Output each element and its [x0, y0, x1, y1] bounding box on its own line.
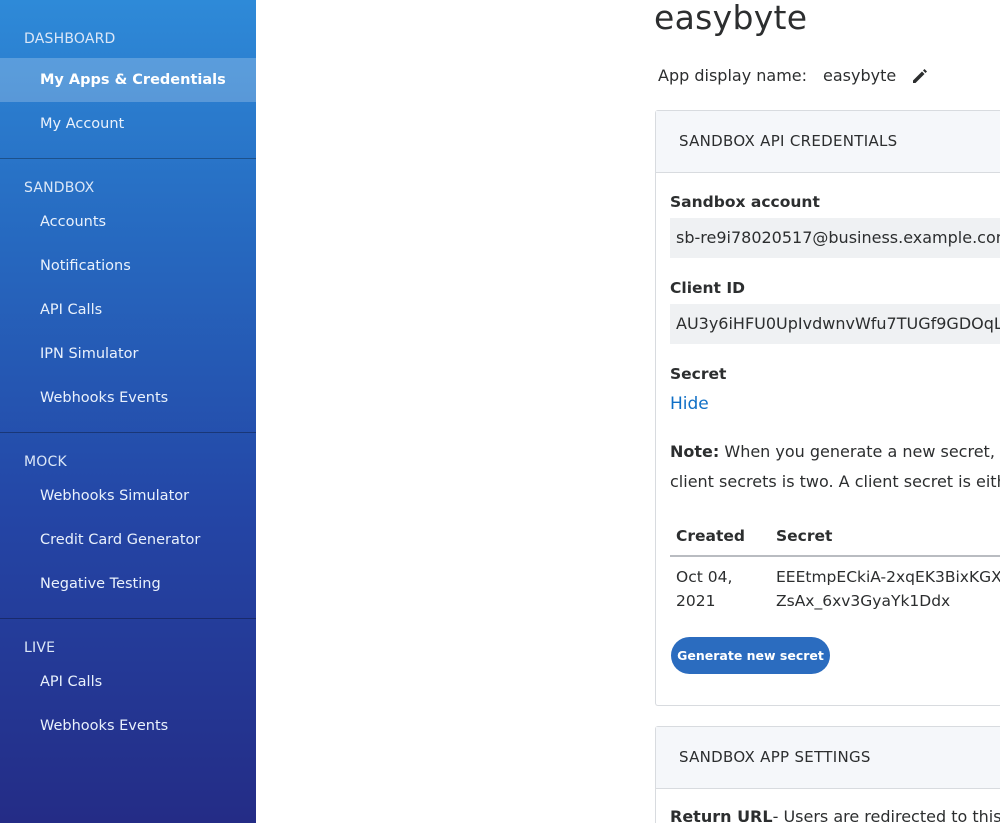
- return-url-label: Return URL: [670, 807, 773, 823]
- secret-label: Secret: [670, 365, 727, 383]
- sidebar-item-my-apps-credentials[interactable]: My Apps & Credentials: [0, 58, 256, 102]
- created-cell: Oct 04, 2021: [676, 565, 732, 613]
- secret-value-line-2: ZsAx_6xv3GyaYk1Ddx: [776, 592, 951, 610]
- return-url-description: Return URL- Users are redirected to this…: [670, 807, 1000, 823]
- table-header-row: Created Secret: [670, 523, 1000, 557]
- sidebar-item-accounts[interactable]: Accounts: [0, 200, 256, 244]
- return-url-text: - Users are redirected to this UI: [772, 807, 1000, 823]
- sidebar: DASHBOARD My Apps & Credentials My Accou…: [0, 0, 256, 823]
- sidebar-item-webhooks-simulator[interactable]: Webhooks Simulator: [0, 474, 256, 518]
- app-display-name-label: App display name:: [658, 66, 808, 85]
- secret-note: Note: When you generate a new secret, yo…: [670, 437, 1000, 497]
- sidebar-item-ipn-simulator[interactable]: IPN Simulator: [0, 332, 256, 376]
- note-bold: Note:: [670, 442, 720, 461]
- sidebar-item-credit-card-generator[interactable]: Credit Card Generator: [0, 518, 256, 562]
- column-header-secret: Secret: [776, 527, 833, 545]
- created-year-line: 2021: [676, 592, 716, 610]
- secrets-table: Created Secret Oct 04, 2021 EEEtmpECkiA-…: [670, 523, 1000, 617]
- note-line-2: client secrets is two. A client secret i…: [670, 472, 1000, 491]
- sidebar-item-sandbox-api-calls[interactable]: API Calls: [0, 288, 256, 332]
- client-id-field[interactable]: AU3y6iHFU0UpIvdwnvWfu7TUGf9GDOqL: [670, 304, 1000, 344]
- secret-value-line-1: EEEtmpECkiA-2xqEK3BixKGX: [776, 568, 1000, 586]
- sidebar-item-sandbox-webhooks-events[interactable]: Webhooks Events: [0, 376, 256, 420]
- table-row: Oct 04, 2021 EEEtmpECkiA-2xqEK3BixKGX Zs…: [670, 557, 1000, 617]
- sandbox-api-credentials-card: SANDBOX API CREDENTIALS Sandbox account …: [655, 110, 1000, 706]
- secret-cell: EEEtmpECkiA-2xqEK3BixKGX ZsAx_6xv3GyaYk1…: [776, 565, 1000, 613]
- section-title-sandbox: SANDBOX: [24, 180, 95, 196]
- card-header: SANDBOX APP SETTINGS: [656, 727, 1000, 789]
- sidebar-item-live-api-calls[interactable]: API Calls: [0, 660, 256, 704]
- sandbox-account-field[interactable]: sb-re9i78020517@business.example.com: [670, 218, 1000, 258]
- note-line-1: When you generate a new secret, you: [719, 442, 1000, 461]
- app-display-name-value: easybyte: [823, 66, 897, 85]
- pencil-icon[interactable]: [910, 66, 930, 86]
- sandbox-app-settings-card: SANDBOX APP SETTINGS Return URL- Users a…: [655, 726, 1000, 823]
- sidebar-item-notifications[interactable]: Notifications: [0, 244, 256, 288]
- app-display-name-row: App display name: easybyte: [658, 64, 930, 88]
- column-header-created: Created: [676, 527, 746, 545]
- card-header: SANDBOX API CREDENTIALS: [656, 111, 1000, 173]
- sidebar-item-live-webhooks-events[interactable]: Webhooks Events: [0, 704, 256, 748]
- sidebar-item-my-account[interactable]: My Account: [0, 102, 256, 146]
- sandbox-account-label: Sandbox account: [670, 193, 820, 211]
- section-title-dashboard: DASHBOARD: [24, 31, 116, 47]
- sidebar-item-negative-testing[interactable]: Negative Testing: [0, 562, 256, 606]
- section-title-live: LIVE: [24, 640, 56, 656]
- hide-secret-link[interactable]: Hide: [670, 394, 709, 414]
- main-content: easybyte App display name: easybyte SAND…: [256, 0, 1000, 823]
- generate-new-secret-button[interactable]: Generate new secret: [671, 637, 830, 674]
- client-id-label: Client ID: [670, 279, 745, 297]
- page-title: easybyte: [654, 0, 808, 37]
- section-title-mock: MOCK: [24, 454, 67, 470]
- created-date-line: Oct 04,: [676, 568, 733, 586]
